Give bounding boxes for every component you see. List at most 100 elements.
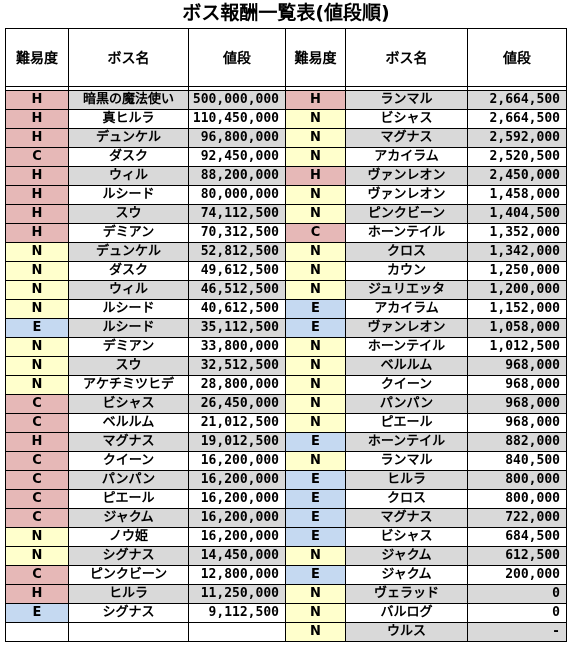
difficulty-cell: E bbox=[285, 565, 346, 585]
price-cell: 968,000 bbox=[467, 413, 567, 433]
boss-name-cell: クイーン bbox=[345, 375, 468, 395]
difficulty-cell: H bbox=[5, 90, 69, 110]
difficulty-cell: H bbox=[285, 90, 346, 110]
price-cell: 0 bbox=[467, 603, 567, 623]
price-cell: 840,500 bbox=[467, 451, 567, 471]
difficulty-cell: C bbox=[5, 394, 69, 414]
boss-name-cell: ウィル bbox=[68, 166, 189, 186]
difficulty-cell: E bbox=[5, 318, 69, 338]
difficulty-cell: C bbox=[5, 508, 69, 528]
price-cell: 612,500 bbox=[467, 546, 567, 566]
price-cell: 16,200,000 bbox=[188, 470, 286, 490]
boss-name-cell: クロス bbox=[345, 489, 468, 509]
difficulty-cell: C bbox=[5, 451, 69, 471]
price-cell: 968,000 bbox=[467, 394, 567, 414]
boss-name-cell: ジャクム bbox=[345, 546, 468, 566]
difficulty-cell: N bbox=[285, 603, 346, 623]
difficulty-cell: N bbox=[285, 546, 346, 566]
table-row: N パンパン 968,000 bbox=[285, 394, 567, 414]
boss-name-cell: クイーン bbox=[68, 451, 189, 471]
boss-name-cell: デミアン bbox=[68, 223, 189, 243]
table-row: N ウルス - bbox=[285, 622, 567, 642]
difficulty-cell: C bbox=[5, 565, 69, 585]
table-row: N ジャクム 612,500 bbox=[285, 546, 567, 566]
difficulty-cell: N bbox=[285, 128, 346, 148]
table-row: E クロス 800,000 bbox=[285, 489, 567, 509]
price-cell: 968,000 bbox=[467, 375, 567, 395]
price-cell: 2,592,000 bbox=[467, 128, 567, 148]
price-cell: 80,000,000 bbox=[188, 185, 286, 205]
boss-name-cell: ヒルラ bbox=[68, 584, 189, 604]
header-boss-name: ボス名 bbox=[345, 28, 468, 87]
table-row: C ダスク 92,450,000 bbox=[5, 147, 286, 167]
difficulty-cell: N bbox=[285, 204, 346, 224]
price-cell: 968,000 bbox=[467, 356, 567, 376]
difficulty-cell: H bbox=[5, 128, 69, 148]
table-row: N アカイラム 2,520,500 bbox=[285, 147, 567, 167]
boss-name-cell: ホーンテイル bbox=[345, 223, 468, 243]
difficulty-cell: N bbox=[5, 546, 69, 566]
boss-name-cell: マグナス bbox=[68, 432, 189, 452]
boss-name-cell: ルシード bbox=[68, 185, 189, 205]
difficulty-cell: N bbox=[5, 242, 69, 262]
price-cell: 40,612,500 bbox=[188, 299, 286, 319]
difficulty-cell: H bbox=[5, 223, 69, 243]
price-cell: 14,450,000 bbox=[188, 546, 286, 566]
boss-name-cell: デュンケル bbox=[68, 128, 189, 148]
boss-name-cell: シグナス bbox=[68, 546, 189, 566]
price-cell: 46,512,500 bbox=[188, 280, 286, 300]
table-row: H ランマル 2,664,500 bbox=[285, 90, 567, 110]
boss-name-cell: ヴァンレオン bbox=[345, 185, 468, 205]
table-row: H デミアン 70,312,500 bbox=[5, 223, 286, 243]
boss-name-cell: ダスク bbox=[68, 261, 189, 281]
boss-name-cell: ウィル bbox=[68, 280, 189, 300]
difficulty-cell: N bbox=[5, 356, 69, 376]
price-cell: 2,450,000 bbox=[467, 166, 567, 186]
table-row: H デュンケル 96,800,000 bbox=[5, 128, 286, 148]
difficulty-cell: E bbox=[285, 299, 346, 319]
table-row: N クイーン 968,000 bbox=[285, 375, 567, 395]
table-row: N ジュリエッタ 1,200,000 bbox=[285, 280, 567, 300]
table-row bbox=[5, 622, 286, 642]
difficulty-cell: N bbox=[285, 356, 346, 376]
price-cell: 1,200,000 bbox=[467, 280, 567, 300]
table-row: N クロス 1,342,000 bbox=[285, 242, 567, 262]
boss-name-cell: ホーンテイル bbox=[345, 337, 468, 357]
header-price: 値段 bbox=[188, 28, 286, 87]
price-cell: 16,200,000 bbox=[188, 489, 286, 509]
price-cell: 1,152,000 bbox=[467, 299, 567, 319]
table-row: N バルログ 0 bbox=[285, 603, 567, 623]
boss-name-cell: ベルルム bbox=[345, 356, 468, 376]
price-cell: 26,450,000 bbox=[188, 394, 286, 414]
table-row: C ホーンテイル 1,352,000 bbox=[285, 223, 567, 243]
difficulty-cell: E bbox=[285, 318, 346, 338]
price-cell: 684,500 bbox=[467, 527, 567, 547]
header-difficulty: 難易度 bbox=[285, 28, 346, 87]
price-cell: 1,058,000 bbox=[467, 318, 567, 338]
table-row: E ビシャス 684,500 bbox=[285, 527, 567, 547]
boss-name-cell: アカイラム bbox=[345, 299, 468, 319]
difficulty-cell: N bbox=[285, 261, 346, 281]
empty-cell bbox=[188, 622, 286, 642]
table-row: N カウン 1,250,000 bbox=[285, 261, 567, 281]
table-row: C ジャクム 16,200,000 bbox=[5, 508, 286, 528]
table-row: N ウィル 46,512,500 bbox=[5, 280, 286, 300]
price-cell: 16,200,000 bbox=[188, 527, 286, 547]
table-row: E マグナス 722,000 bbox=[285, 508, 567, 528]
difficulty-cell: H bbox=[5, 166, 69, 186]
difficulty-cell: N bbox=[285, 109, 346, 129]
difficulty-cell: N bbox=[285, 337, 346, 357]
table-row: C クイーン 16,200,000 bbox=[5, 451, 286, 471]
price-cell: 96,800,000 bbox=[188, 128, 286, 148]
boss-name-cell: ヴァンレオン bbox=[345, 166, 468, 186]
boss-name-cell: ベルルム bbox=[68, 413, 189, 433]
boss-name-cell: ランマル bbox=[345, 90, 468, 110]
table-row: N ベルルム 968,000 bbox=[285, 356, 567, 376]
difficulty-cell: C bbox=[5, 489, 69, 509]
boss-name-cell: スウ bbox=[68, 204, 189, 224]
price-cell: 32,512,500 bbox=[188, 356, 286, 376]
price-cell: 1,250,000 bbox=[467, 261, 567, 281]
table-row: C パンパン 16,200,000 bbox=[5, 470, 286, 490]
boss-name-cell: マグナス bbox=[345, 508, 468, 528]
boss-name-cell: ルシード bbox=[68, 299, 189, 319]
